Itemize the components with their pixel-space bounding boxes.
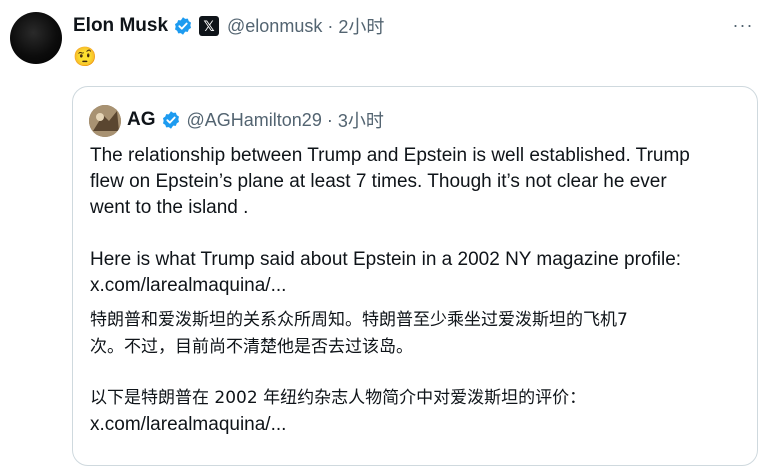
tweet[interactable]: Elon Musk 𝕏 @elonmusk · 2小时 ··· 🤨 AG @AG…	[0, 0, 778, 466]
translated-text-line: 次。不过，目前尚不清楚他是否去过该岛。	[90, 337, 413, 357]
tweet-header: Elon Musk 𝕏 @elonmusk · 2小时	[73, 12, 384, 40]
quoted-text-line: went to the island .	[90, 197, 249, 218]
quoted-avatar[interactable]	[89, 105, 121, 137]
quoted-text-line: flew on Epstein’s plane at least 7 times…	[90, 171, 667, 192]
author-name[interactable]: Elon Musk	[73, 15, 168, 37]
tweet-text: 🤨	[73, 47, 97, 68]
tweet-timestamp[interactable]: 2小时	[338, 13, 384, 39]
verified-badge-icon	[162, 111, 179, 129]
quoted-header: AG @AGHamilton29 · 3小时	[127, 107, 384, 133]
quoted-tweet[interactable]: AG @AGHamilton29 · 3小时 The relationship …	[72, 86, 758, 466]
quoted-text-line: The relationship between Trump and Epste…	[90, 145, 690, 166]
quoted-avatar-image	[89, 105, 121, 137]
translated-text-line: 以下是特朗普在 2002 年纽约杂志人物简介中对爱泼斯坦的评价：	[90, 388, 587, 408]
separator-dot: ·	[326, 109, 333, 130]
quoted-author-handle[interactable]: @AGHamilton29	[187, 110, 322, 131]
avatar[interactable]	[10, 12, 62, 64]
separator-dot: ·	[327, 15, 334, 36]
more-options-icon[interactable]: ···	[730, 14, 756, 36]
quoted-link[interactable]: x.com/larealmaquina/...	[90, 412, 750, 438]
x-affiliation-icon[interactable]: 𝕏	[199, 16, 220, 36]
translated-text-line: 特朗普和爱泼斯坦的关系众所周知。特朗普至少乘坐过爱泼斯坦的飞机7	[90, 310, 628, 330]
quoted-text-line: Here is what Trump said about Epstein in…	[90, 249, 682, 270]
verified-badge-icon	[175, 17, 192, 35]
quoted-text: The relationship between Trump and Epste…	[90, 143, 750, 438]
quoted-author-name[interactable]: AG	[127, 109, 156, 131]
quoted-link[interactable]: x.com/larealmaquina/...	[90, 273, 750, 299]
quoted-timestamp[interactable]: 3小时	[338, 107, 384, 133]
author-handle[interactable]: @elonmusk	[227, 16, 322, 37]
